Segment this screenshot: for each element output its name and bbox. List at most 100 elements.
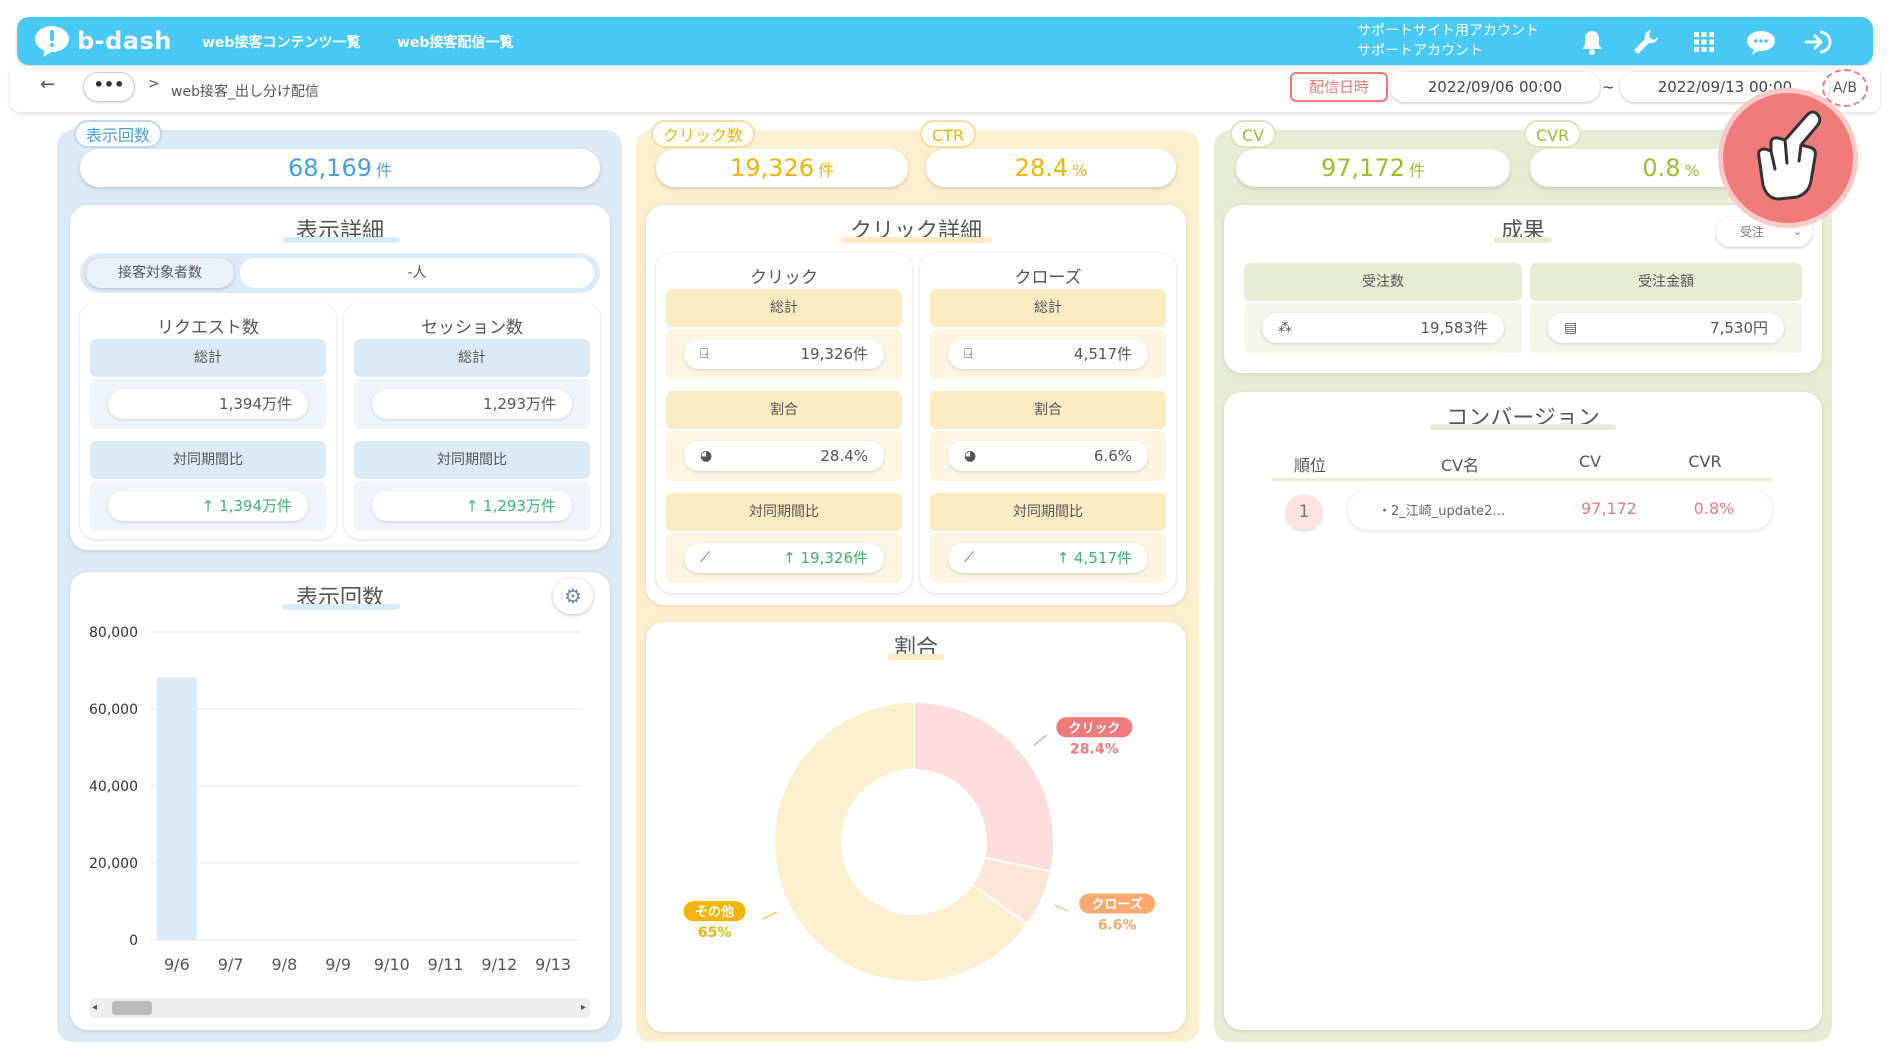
x-tick-label: 9/9 [325, 955, 351, 974]
row-cvr-value: 0.8% [1693, 499, 1735, 518]
close-total-text: 4,517件 [1074, 345, 1132, 363]
col-header-rank: 順位 [1293, 456, 1326, 475]
y-tick-label: 0 [129, 933, 138, 949]
chat-icon[interactable] [1744, 27, 1778, 57]
sessions-total-wrap: 1,293万件 [354, 379, 590, 429]
scroll-right-arrow-icon[interactable]: ▸ [581, 1002, 586, 1013]
cvr-tag: CVR [1524, 120, 1582, 148]
click-ratio-text: 28.4% [820, 447, 868, 465]
x-tick-label: 9/7 [218, 955, 244, 974]
requests-card: リクエスト数 総計 1,394万件 対同期間比 ↑ 1,394万件 [80, 303, 336, 539]
account-info[interactable]: サポートサイト用アカウント サポートアカウント [1357, 21, 1539, 61]
sessions-total-header: 総計 [354, 339, 590, 377]
close-compare-wrap: ⟋ ↑ 4,517件 [930, 533, 1166, 583]
x-tick-label: 9/10 [374, 955, 410, 974]
row-cv-name: ・2_江崎_update2… [1378, 504, 1506, 519]
donut-slice-0[interactable] [913, 700, 1055, 873]
conversion-panel: コンバージョン [1224, 392, 1822, 1030]
scroll-thumb[interactable] [112, 1001, 152, 1015]
orders-amount-text: 7,530円 [1710, 319, 1768, 337]
x-tick-label: 9/8 [272, 955, 298, 974]
logo-text: b-dash [77, 27, 172, 55]
close-ratio-wrap: ◕ 6.6% [930, 431, 1166, 481]
donut-label-0: クリック 28.4% [1056, 717, 1133, 757]
target-users-row: 接客対象者数 -人 [80, 253, 600, 293]
col-header-cv-name: CV名 [1440, 456, 1480, 475]
cvr-value: 0.8 [1642, 154, 1681, 182]
click-detail-panel: クリック詳細 クリック 総計 ⍈ 19,326件 割合 ◕ 28.4% 対同期間比 … [646, 205, 1186, 605]
title-underline [841, 237, 991, 243]
donut-label-1: クローズ 6.6% [1079, 893, 1156, 933]
requests-total-header: 総計 [90, 339, 326, 377]
donut-label-value: 6.6% [1098, 917, 1137, 933]
y-tick-label: 80,000 [89, 625, 138, 641]
y-tick-label: 60,000 [89, 702, 138, 718]
app-logo[interactable]: b-dash [33, 23, 172, 59]
sessions-total-value: 1,293万件 [372, 389, 572, 419]
breadcrumb-bar: ← ••• > web接客_出し分け配信 配信日時 2022/09/06 00:… [10, 66, 1880, 112]
pie-icon: ◕ [700, 448, 713, 464]
chart-horizontal-scrollbar[interactable]: ◂ ▸ [90, 998, 590, 1018]
nav-web-delivery-list[interactable]: web接客配信一覧 [397, 32, 513, 52]
cv-value: 97,172 [1321, 154, 1405, 182]
close-compare-value: ⟋ ↑ 4,517件 [948, 543, 1148, 573]
bar-9/6[interactable] [156, 677, 197, 940]
impressions-kpi: 68,169 件 [80, 149, 600, 187]
impressions-detail-panel: 表示詳細 接客対象者数 -人 リクエスト数 総計 1,394万件 対同期間比 ↑… [70, 205, 610, 550]
donut-label-value: 65% [698, 925, 732, 941]
impressions-bar-chart: 80,000 60,000 40,000 20,000 0 9/6 9/7 9/8 9/9 9/1… [89, 625, 580, 974]
close-door-icon: ⍈ [964, 346, 973, 362]
date-from-field[interactable]: 2022/09/06 00:00 [1390, 72, 1600, 102]
results-panel: 成果 受注 ⌄ 受注数 ⁂ 19,583件 受注金額 ▤ 7,530円 [1224, 205, 1822, 373]
bell-icon[interactable] [1577, 27, 1607, 57]
chart-settings-gear-icon[interactable]: ⚙ [553, 578, 593, 614]
close-card: クローズ 総計 ⍈ 4,517件 割合 ◕ 6.6% 対同期間比 ⟋ ↑ 4,517件 [920, 253, 1176, 593]
back-arrow-icon[interactable]: ← [40, 74, 55, 95]
more-menu-button[interactable]: ••• [83, 72, 135, 102]
click-card-title: クリック [750, 268, 818, 288]
wrench-icon[interactable] [1631, 27, 1661, 57]
click-door-icon: ⍈ [700, 346, 709, 362]
close-ratio-header: 割合 [930, 391, 1166, 429]
ctr-value: 28.4 [1014, 154, 1069, 182]
title-underline [282, 237, 400, 243]
click-card: クリック 総計 ⍈ 19,326件 割合 ◕ 28.4% 対同期間比 ⟋ ↑ 19,3… [656, 253, 912, 593]
close-compare-text: ↑ 4,517件 [1056, 549, 1132, 567]
row-cv-value: 97,172 [1581, 499, 1637, 518]
target-users-label: 接客対象者数 [86, 258, 234, 288]
line-chart-icon: ⟋ [700, 550, 710, 566]
click-compare-value: ⟋ ↑ 19,326件 [684, 543, 884, 573]
y-tick-label: 40,000 [89, 779, 138, 795]
cvr-unit: % [1684, 161, 1700, 180]
line-chart-icon: ⟋ [964, 550, 974, 566]
title-underline [282, 604, 400, 610]
close-total-wrap: ⍈ 4,517件 [930, 329, 1166, 379]
x-tick-label: 9/11 [428, 955, 464, 974]
close-compare-header: 対同期間比 [930, 493, 1166, 531]
requests-compare-value: ↑ 1,394万件 [108, 491, 308, 521]
close-total-value: ⍈ 4,517件 [948, 339, 1148, 369]
impressions-unit: 件 [375, 161, 392, 180]
nav-web-content-list[interactable]: web接客コンテンツ一覧 [202, 32, 360, 52]
orders-count-wrap: ⁂ 19,583件 [1244, 303, 1522, 353]
grid-icon[interactable] [1689, 27, 1719, 57]
scroll-left-arrow-icon[interactable]: ◂ [92, 1002, 97, 1013]
donut-label-2: その他 65% [683, 901, 746, 941]
row-rank-badge: 1 [1286, 494, 1322, 530]
ctr-tag: CTR [920, 120, 977, 148]
click-ratio-header: 割合 [666, 391, 902, 429]
donut-leader-line [1054, 904, 1070, 912]
users-icon: ⁂ [1278, 320, 1292, 336]
results-select-value: 受注 [1740, 225, 1765, 239]
click-compare-header: 対同期間比 [666, 493, 902, 531]
requests-compare-wrap: ↑ 1,394万件 [90, 481, 326, 531]
account-user: サポートアカウント [1357, 43, 1483, 59]
table-row[interactable]: ・2_江崎_update2… 97,172 0.8% [1348, 490, 1772, 530]
sessions-title: セッション数 [421, 318, 523, 338]
logout-icon[interactable] [1802, 27, 1832, 57]
sessions-compare-header: 対同期間比 [354, 441, 590, 479]
x-tick-label: 9/12 [481, 955, 517, 974]
title-underline [888, 654, 944, 660]
sessions-compare-value: ↑ 1,293万件 [372, 491, 572, 521]
y-tick-label: 20,000 [89, 856, 138, 872]
